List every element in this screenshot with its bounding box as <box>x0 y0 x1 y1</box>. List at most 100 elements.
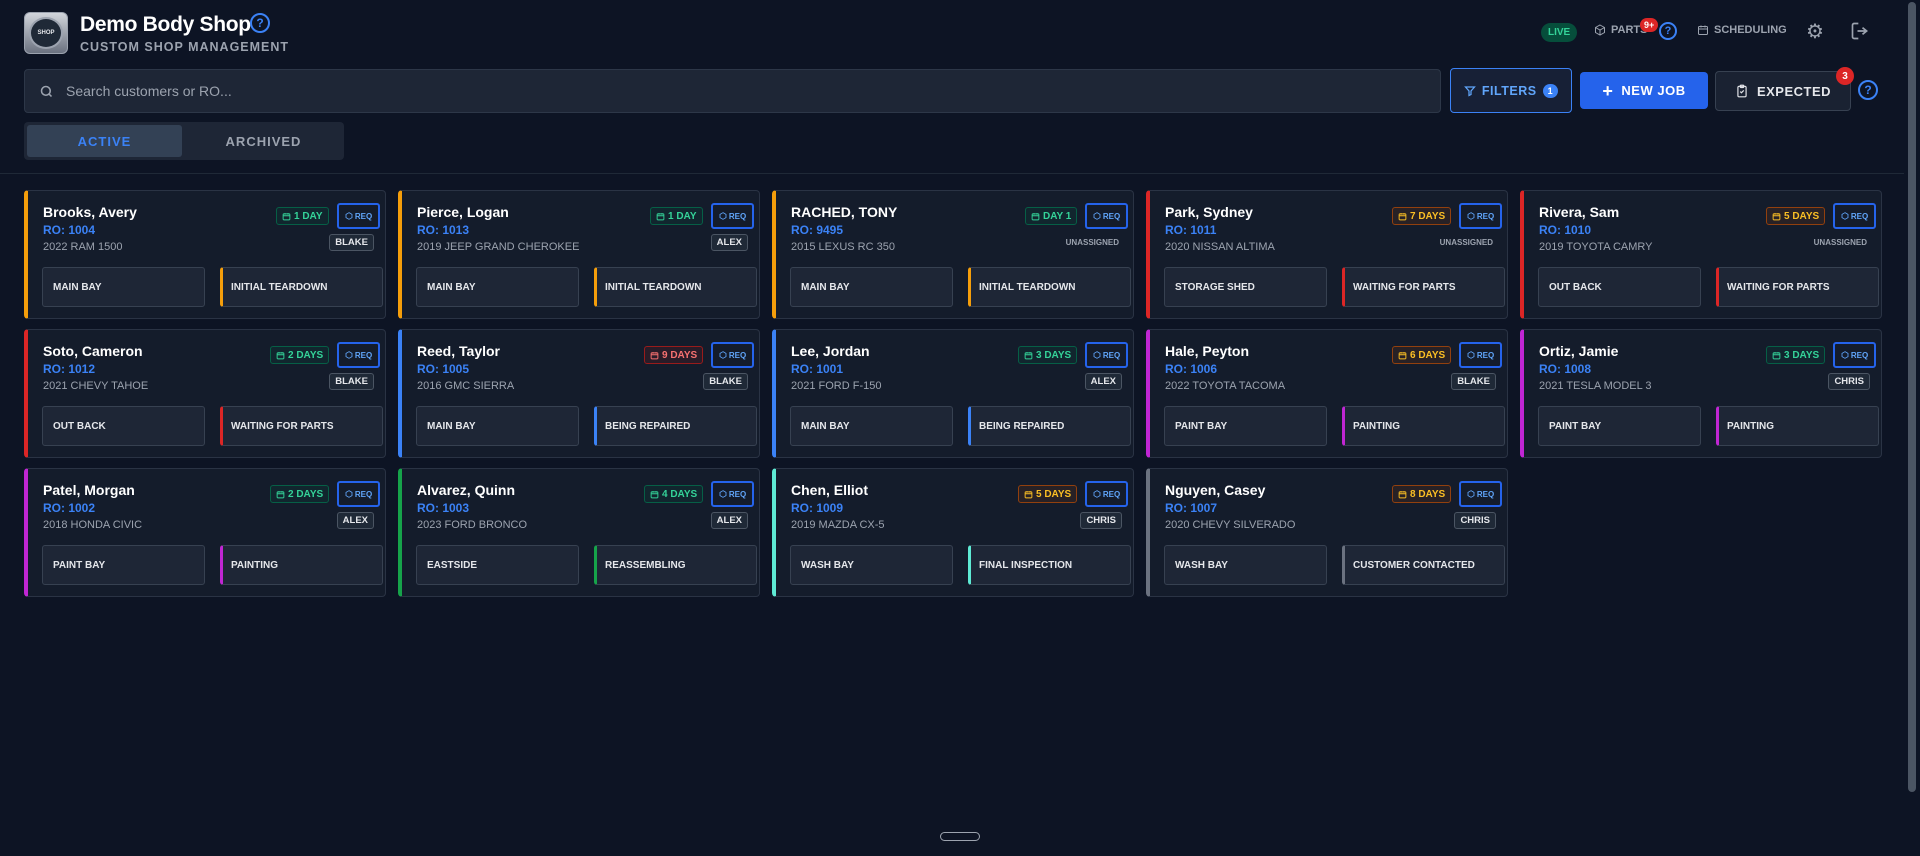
technician-badge[interactable]: CHRIS <box>1080 512 1122 529</box>
status-select[interactable]: INITIAL TEARDOWN <box>594 267 757 307</box>
repair-order-number[interactable]: RO: 1004 <box>43 223 95 237</box>
parts-request-button[interactable]: REQ <box>1085 481 1128 507</box>
status-select[interactable]: REASSEMBLING <box>594 545 757 585</box>
technician-badge[interactable]: ALEX <box>710 512 748 529</box>
parts-help-icon[interactable]: ? <box>1659 22 1677 40</box>
location-select[interactable]: MAIN BAY <box>42 267 205 307</box>
status-select[interactable]: WAITING FOR PARTS <box>1342 267 1505 307</box>
search-input[interactable] <box>66 83 1366 99</box>
job-card[interactable]: Patel, Morgan RO: 1002 2018 HONDA CIVIC … <box>24 468 386 597</box>
job-card[interactable]: Alvarez, Quinn RO: 1003 2023 FORD BRONCO… <box>398 468 760 597</box>
tab-archived[interactable]: ARCHIVED <box>186 125 341 157</box>
parts-request-button[interactable]: REQ <box>711 481 754 507</box>
repair-order-number[interactable]: RO: 1010 <box>1539 223 1591 237</box>
parts-request-button[interactable]: REQ <box>337 342 380 368</box>
job-card[interactable]: Rivera, Sam RO: 1010 2019 TOYOTA CAMRY 5… <box>1520 190 1882 319</box>
parts-request-button[interactable]: REQ <box>1833 203 1876 229</box>
job-card[interactable]: RACHED, TONY RO: 9495 2015 LEXUS RC 350 … <box>772 190 1134 319</box>
parts-request-button[interactable]: REQ <box>1085 203 1128 229</box>
repair-order-number[interactable]: RO: 1006 <box>1165 362 1217 376</box>
status-select[interactable]: BEING REPAIRED <box>968 406 1131 446</box>
job-card[interactable]: Hale, Peyton RO: 1006 2022 TOYOTA TACOMA… <box>1146 329 1508 458</box>
repair-order-number[interactable]: RO: 1011 <box>1165 223 1216 237</box>
job-card[interactable]: Soto, Cameron RO: 1012 2021 CHEVY TAHOE … <box>24 329 386 458</box>
status-select[interactable]: WAITING FOR PARTS <box>1716 267 1879 307</box>
technician-badge[interactable]: BLAKE <box>703 373 748 390</box>
location-select[interactable]: OUT BACK <box>42 406 205 446</box>
drag-handle[interactable] <box>940 832 980 841</box>
status-select[interactable]: FINAL INSPECTION <box>968 545 1131 585</box>
technician-badge[interactable]: ALEX <box>1084 373 1122 390</box>
job-card[interactable]: Lee, Jordan RO: 1001 2021 FORD F-150 3 D… <box>772 329 1134 458</box>
parts-request-button[interactable]: REQ <box>711 203 754 229</box>
technician-badge[interactable]: UNASSIGNED <box>1435 236 1498 249</box>
technician-badge[interactable]: CHRIS <box>1454 512 1496 529</box>
repair-order-number[interactable]: RO: 1002 <box>43 501 95 515</box>
parts-request-button[interactable]: REQ <box>337 203 380 229</box>
technician-badge[interactable]: UNASSIGNED <box>1061 236 1124 249</box>
parts-request-button[interactable]: REQ <box>711 342 754 368</box>
location-select[interactable]: MAIN BAY <box>416 267 579 307</box>
technician-badge[interactable]: BLAKE <box>1451 373 1496 390</box>
tab-active[interactable]: ACTIVE <box>27 125 182 157</box>
location-select[interactable]: EASTSIDE <box>416 545 579 585</box>
expected-help-icon[interactable]: ? <box>1858 80 1878 100</box>
expected-button[interactable]: EXPECTED <box>1715 71 1851 111</box>
location-select[interactable]: PAINT BAY <box>1164 406 1327 446</box>
logout-icon[interactable] <box>1850 21 1870 45</box>
scheduling-link[interactable]: SCHEDULING <box>1697 24 1787 36</box>
repair-order-number[interactable]: RO: 1003 <box>417 501 469 515</box>
location-select[interactable]: MAIN BAY <box>416 406 579 446</box>
location-select[interactable]: STORAGE SHED <box>1164 267 1327 307</box>
parts-request-button[interactable]: REQ <box>1833 342 1876 368</box>
repair-order-number[interactable]: RO: 1009 <box>791 501 843 515</box>
technician-badge[interactable]: CHRIS <box>1828 373 1870 390</box>
search-bar[interactable] <box>24 69 1441 113</box>
status-select[interactable]: WAITING FOR PARTS <box>220 406 383 446</box>
status-select[interactable]: BEING REPAIRED <box>594 406 757 446</box>
location-select[interactable]: WASH BAY <box>1164 545 1327 585</box>
parts-request-button[interactable]: REQ <box>1459 203 1502 229</box>
repair-order-number[interactable]: RO: 1008 <box>1539 362 1591 376</box>
help-icon[interactable]: ? <box>250 13 270 33</box>
status-select[interactable]: PAINTING <box>1716 406 1879 446</box>
job-card[interactable]: Nguyen, Casey RO: 1007 2020 CHEVY SILVER… <box>1146 468 1508 597</box>
job-card[interactable]: Reed, Taylor RO: 1005 2016 GMC SIERRA 9 … <box>398 329 760 458</box>
repair-order-number[interactable]: RO: 1012 <box>43 362 95 376</box>
filters-button[interactable]: FILTERS 1 <box>1450 68 1572 113</box>
technician-badge[interactable]: BLAKE <box>329 373 374 390</box>
status-select[interactable]: PAINTING <box>220 545 383 585</box>
gear-icon[interactable]: ⚙ <box>1806 22 1824 42</box>
location-select[interactable]: MAIN BAY <box>790 406 953 446</box>
repair-order-number[interactable]: RO: 1013 <box>417 223 469 237</box>
status-select[interactable]: INITIAL TEARDOWN <box>220 267 383 307</box>
parts-request-button[interactable]: REQ <box>1085 342 1128 368</box>
status-select[interactable]: CUSTOMER CONTACTED <box>1342 545 1505 585</box>
status-select[interactable]: INITIAL TEARDOWN <box>968 267 1131 307</box>
job-card[interactable]: Chen, Elliot RO: 1009 2019 MAZDA CX-5 5 … <box>772 468 1134 597</box>
repair-order-number[interactable]: RO: 1005 <box>417 362 469 376</box>
location-select[interactable]: OUT BACK <box>1538 267 1701 307</box>
repair-order-number[interactable]: RO: 1001 <box>791 362 843 376</box>
parts-request-button[interactable]: REQ <box>1459 342 1502 368</box>
job-card[interactable]: Pierce, Logan RO: 1013 2019 JEEP GRAND C… <box>398 190 760 319</box>
location-select[interactable]: PAINT BAY <box>42 545 205 585</box>
technician-badge[interactable]: UNASSIGNED <box>1809 236 1872 249</box>
job-card[interactable]: Ortiz, Jamie RO: 1008 2021 TESLA MODEL 3… <box>1520 329 1882 458</box>
technician-badge[interactable]: ALEX <box>710 234 748 251</box>
scrollbar-thumb[interactable] <box>1908 2 1916 792</box>
new-job-button[interactable]: + NEW JOB <box>1580 72 1708 109</box>
technician-badge[interactable]: ALEX <box>336 512 374 529</box>
parts-request-button[interactable]: REQ <box>337 481 380 507</box>
location-select[interactable]: WASH BAY <box>790 545 953 585</box>
page-scrollbar[interactable] <box>1904 0 1920 856</box>
job-card[interactable]: Park, Sydney RO: 1011 2020 NISSAN ALTIMA… <box>1146 190 1508 319</box>
location-select[interactable]: PAINT BAY <box>1538 406 1701 446</box>
technician-badge[interactable]: BLAKE <box>329 234 374 251</box>
job-card[interactable]: Brooks, Avery RO: 1004 2022 RAM 1500 1 D… <box>24 190 386 319</box>
repair-order-number[interactable]: RO: 1007 <box>1165 501 1217 515</box>
status-select[interactable]: PAINTING <box>1342 406 1505 446</box>
parts-request-button[interactable]: REQ <box>1459 481 1502 507</box>
repair-order-number[interactable]: RO: 9495 <box>791 223 843 237</box>
location-select[interactable]: MAIN BAY <box>790 267 953 307</box>
